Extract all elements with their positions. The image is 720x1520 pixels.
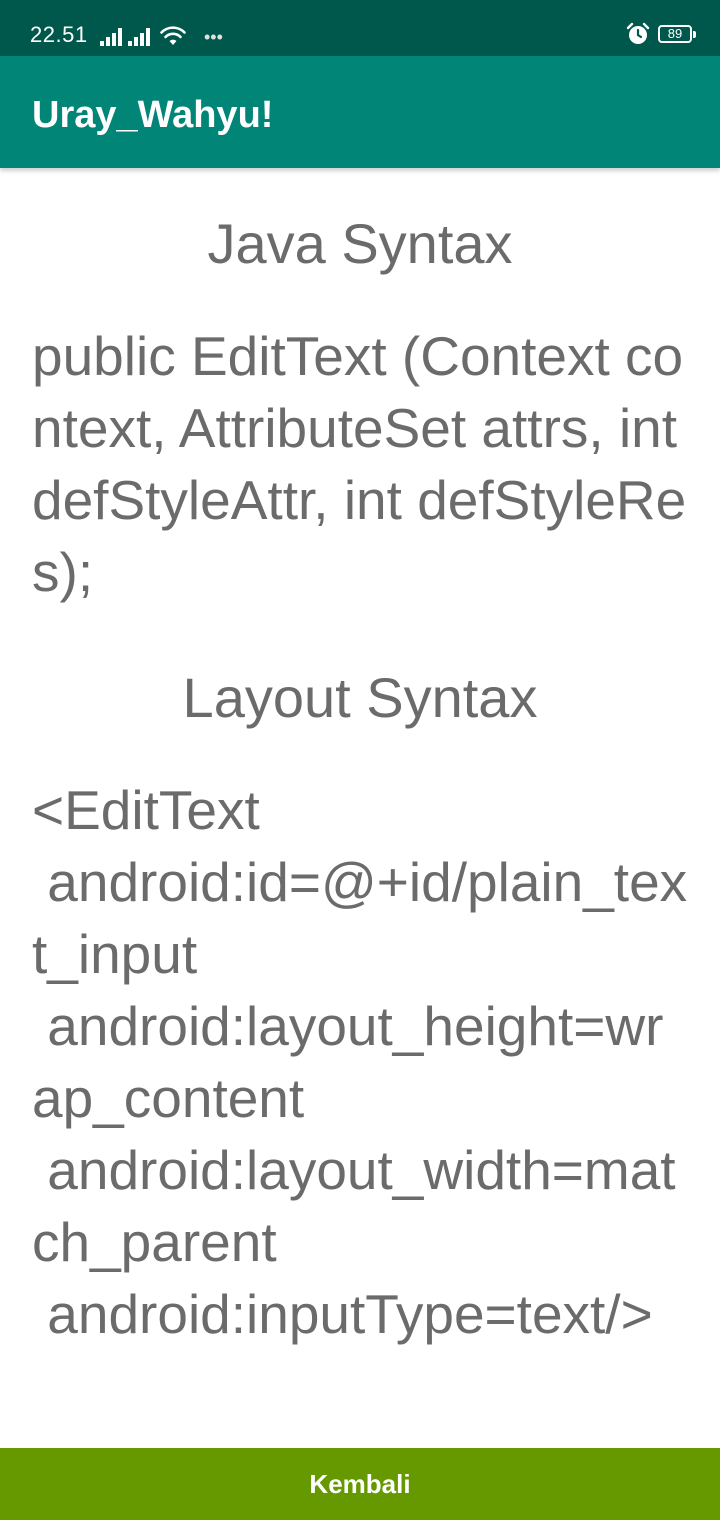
signal-2-icon [128, 28, 150, 46]
signal-icon [100, 28, 122, 46]
app-bar: Uray_Wahyu! [0, 56, 720, 168]
wifi-icon [160, 26, 186, 45]
app-title: Uray_Wahyu! [32, 94, 274, 136]
screen: 22.51 ••• 89 Uray_Wahyu! Java Syntax pub… [0, 0, 720, 1520]
battery-icon: 89 [658, 25, 696, 43]
back-button[interactable]: Kembali [0, 1448, 720, 1520]
alarm-icon [626, 22, 650, 44]
java-syntax-title: Java Syntax [207, 212, 513, 275]
layout-syntax-code: <EditText android:id=@+id/plain_text_inp… [32, 779, 688, 1345]
status-icons-right: 89 [626, 22, 696, 46]
status-bar: 22.51 ••• 89 [0, 0, 720, 56]
status-icons-left: ••• [100, 22, 223, 46]
more-notifications-icon: ••• [204, 27, 223, 47]
status-time: 22.51 [30, 22, 88, 47]
main-content: Java Syntax public EditText (Context con… [0, 168, 720, 1448]
java-syntax-code: public EditText (Context context, Attrib… [32, 325, 693, 603]
layout-syntax-title: Layout Syntax [182, 666, 538, 729]
